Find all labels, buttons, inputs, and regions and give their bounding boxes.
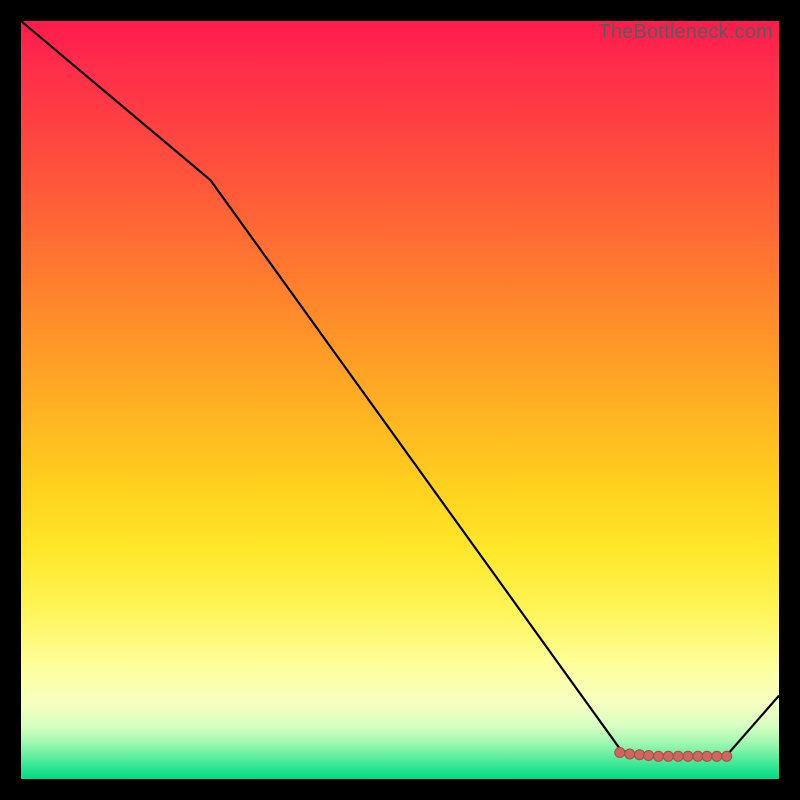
- data-point: [635, 750, 645, 760]
- data-point: [683, 751, 693, 761]
- data-point: [673, 751, 683, 761]
- data-point: [625, 749, 635, 759]
- data-point: [663, 751, 673, 761]
- data-point: [615, 748, 625, 758]
- data-point: [654, 751, 664, 761]
- data-point: [702, 751, 712, 761]
- chart-frame: TheBottleneck.com: [0, 0, 800, 800]
- data-point: [693, 751, 703, 761]
- data-point: [712, 751, 722, 761]
- data-point: [644, 751, 654, 761]
- chart-overlay: [21, 21, 779, 779]
- data-point: [722, 751, 732, 761]
- plot-area: TheBottleneck.com: [21, 21, 779, 779]
- curve-line: [21, 21, 779, 756]
- dots-group: [615, 748, 732, 762]
